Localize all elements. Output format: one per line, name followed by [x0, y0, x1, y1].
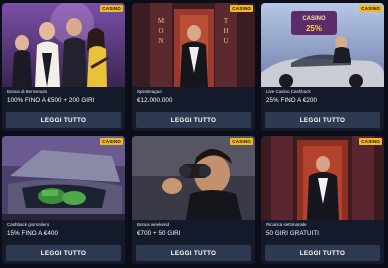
promo-value: 50 GIRI GRATUITI	[266, 230, 320, 237]
promo-card-weekly-reload: CASINO Ricarica settimanale 50 GIRI GRAT…	[261, 136, 384, 264]
promo-title: Live Casino Cashback	[266, 89, 311, 94]
binoculars-man-art: CASINO	[132, 136, 255, 220]
svg-text:N: N	[158, 37, 163, 45]
promo-value: 100% FINO A €500 + 200 GIRI	[7, 97, 95, 104]
promo-title: Cashback giornaliero	[7, 222, 50, 227]
doorway-man-art: CASINO	[261, 136, 384, 220]
promo-card-spinsleague: M O N T H U CASINO Spinsleague €12.000.0…	[132, 3, 255, 131]
read-more-button[interactable]: LEGGI TUTTO	[6, 112, 121, 128]
promo-value: €700 + 50 GIRI	[137, 230, 181, 237]
read-more-button[interactable]: LEGGI TUTTO	[136, 245, 251, 261]
promo-title: Ricarica settimanale	[266, 222, 307, 227]
promo-title: Bonus di Benvenuto	[7, 89, 48, 94]
promo-card-weekend-bonus: CASINO Bonus weekend €700 + 50 GIRI LEGG…	[132, 136, 255, 264]
promo-value: 25% FINO A €200	[266, 97, 318, 104]
promo-title: Bonus weekend	[137, 222, 170, 227]
door-sign-left: M	[158, 17, 165, 25]
read-more-button[interactable]: LEGGI TUTTO	[265, 112, 380, 128]
door-man-art: M O N T H U CASINO	[132, 3, 255, 87]
svg-text:H: H	[223, 27, 228, 35]
promo-title: Spinsleague	[137, 89, 162, 94]
casino-badge: CASINO	[100, 138, 123, 145]
svg-text:CASINO: CASINO	[302, 16, 326, 22]
car-trunk-art: CASINO	[2, 136, 125, 220]
read-more-button[interactable]: LEGGI TUTTO	[6, 245, 121, 261]
casino-badge: CASINO	[359, 5, 382, 12]
door-sign-right: T	[224, 17, 229, 25]
casino-badge: CASINO	[230, 138, 253, 145]
promo-card-live-cashback: CASINO 25% CASINO Live Casino Cashback 2…	[261, 3, 384, 131]
casino-car-art: CASINO 25% CASINO	[261, 3, 384, 87]
promo-card-daily-cashback: CASINO Cashback giornaliero 15% FINO A €…	[2, 136, 125, 264]
read-more-button[interactable]: LEGGI TUTTO	[136, 112, 251, 128]
promo-value: €12.000.000	[137, 97, 173, 104]
promo-card-welcome-bonus: CASINO Bonus di Benvenuto 100% FINO A €5…	[2, 3, 125, 131]
casino-badge: CASINO	[100, 5, 123, 12]
promo-value: 15% FINO A €400	[7, 230, 59, 237]
gangster-group-art: CASINO	[2, 3, 125, 87]
casino-badge: CASINO	[230, 5, 253, 12]
svg-text:25%: 25%	[306, 24, 322, 33]
casino-badge: CASINO	[359, 138, 382, 145]
svg-text:U: U	[223, 37, 228, 45]
read-more-button[interactable]: LEGGI TUTTO	[265, 245, 380, 261]
svg-text:O: O	[158, 27, 163, 35]
